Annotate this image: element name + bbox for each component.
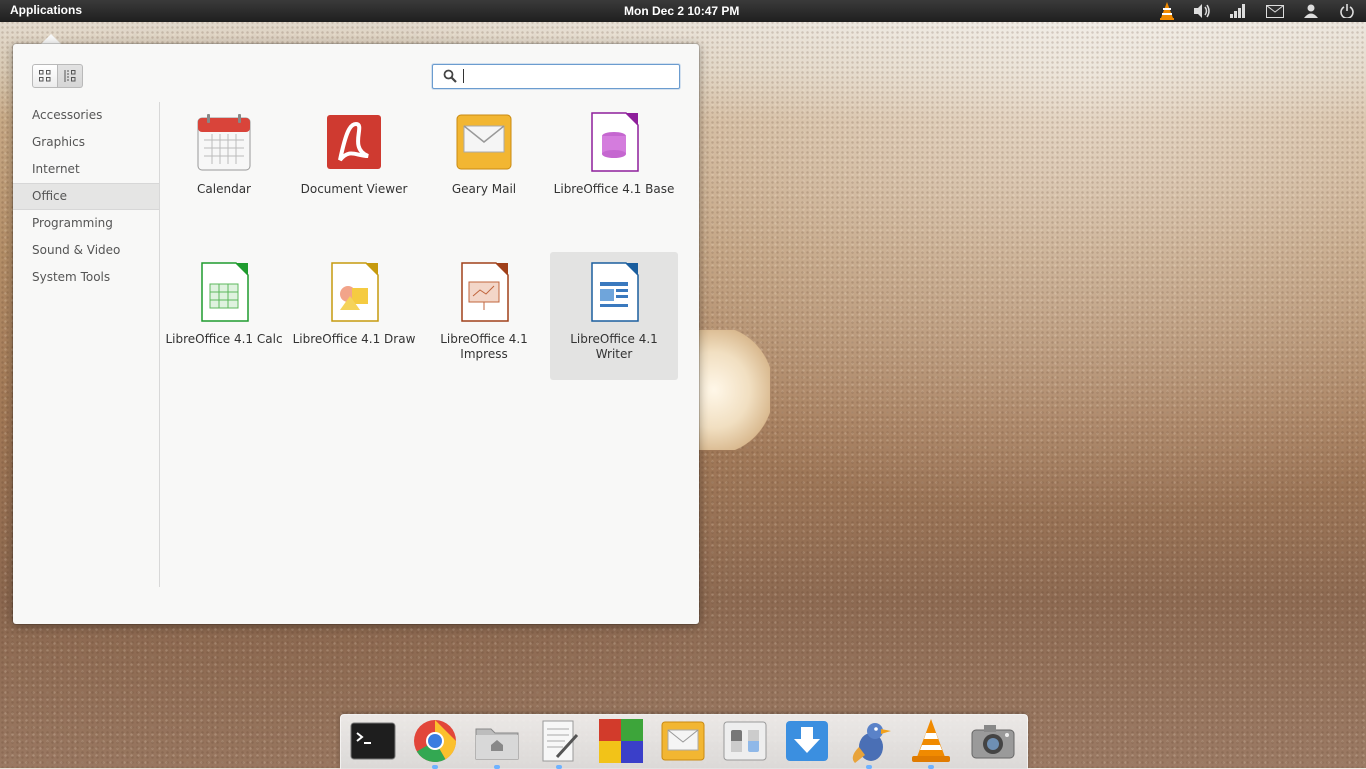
- volume-icon[interactable]: [1190, 1, 1216, 21]
- category-sidebar: Accessories Graphics Internet Office Pro…: [13, 102, 160, 587]
- terminal-icon: [350, 722, 396, 760]
- grid-view-button[interactable]: [32, 64, 58, 88]
- app-label: Calendar: [197, 182, 251, 196]
- files-icon: [475, 728, 519, 760]
- search-input[interactable]: [461, 67, 675, 86]
- vlc-icon[interactable]: [1154, 1, 1180, 21]
- applications-menu-button[interactable]: Applications: [10, 3, 82, 17]
- running-indicator: [494, 765, 500, 769]
- app-calendar[interactable]: Calendar: [160, 102, 288, 230]
- category-internet[interactable]: Internet: [13, 156, 159, 183]
- category-accessories[interactable]: Accessories: [13, 102, 159, 129]
- libreoffice-base-icon: [591, 112, 639, 172]
- top-panel: Applications Mon Dec 2 10:47 PM: [0, 0, 1366, 22]
- search-field[interactable]: [432, 64, 680, 89]
- running-indicator: [432, 765, 438, 769]
- dock-downloads[interactable]: [783, 717, 831, 765]
- document-viewer-icon: [327, 115, 381, 169]
- category-system-tools[interactable]: System Tools: [13, 264, 159, 291]
- dock-chrome[interactable]: [411, 717, 459, 769]
- app-label: Document Viewer: [300, 182, 408, 196]
- dock-pidgin[interactable]: [845, 717, 893, 769]
- running-indicator: [866, 765, 872, 769]
- software-center-icon: [599, 719, 643, 763]
- chrome-icon: [414, 720, 456, 763]
- downloads-icon: [786, 721, 828, 761]
- dock-camera[interactable]: [969, 717, 1017, 765]
- vlc-icon: [912, 719, 950, 762]
- app-label: LibreOffice 4.1 Draw: [292, 332, 416, 346]
- app-label: LibreOffice 4.1 Base: [553, 182, 675, 196]
- libreoffice-writer-icon: [591, 262, 639, 322]
- network-icon[interactable]: [1226, 1, 1252, 21]
- indicator-area: [1154, 1, 1360, 21]
- dock-vlc[interactable]: [907, 717, 955, 769]
- system-settings-icon: [723, 721, 767, 761]
- category-sound-video[interactable]: Sound & Video: [13, 237, 159, 264]
- running-indicator: [928, 765, 934, 769]
- dock-software-center[interactable]: [597, 717, 645, 765]
- category-programming[interactable]: Programming: [13, 210, 159, 237]
- power-icon[interactable]: [1334, 1, 1360, 21]
- app-libreoffice-writer[interactable]: LibreOffice 4.1 Writer: [550, 252, 678, 380]
- clock[interactable]: Mon Dec 2 10:47 PM: [624, 4, 739, 18]
- libreoffice-calc-icon: [201, 262, 249, 322]
- category-graphics[interactable]: Graphics: [13, 129, 159, 156]
- app-geary-mail[interactable]: Geary Mail: [420, 102, 548, 230]
- app-label: LibreOffice 4.1 Impress: [440, 332, 528, 361]
- pidgin-icon: [852, 723, 891, 763]
- category-office[interactable]: Office: [13, 183, 159, 210]
- camera-icon: [971, 725, 1015, 759]
- app-libreoffice-base[interactable]: LibreOffice 4.1 Base: [550, 102, 678, 230]
- view-toggle: [32, 64, 83, 88]
- search-icon: [443, 69, 457, 83]
- category-view-button[interactable]: [58, 64, 83, 88]
- app-libreoffice-impress[interactable]: LibreOffice 4.1 Impress: [420, 252, 548, 380]
- running-indicator: [556, 765, 562, 769]
- app-label: LibreOffice 4.1 Calc: [165, 332, 283, 346]
- category-view-icon: [64, 70, 76, 82]
- grid-view-icon: [39, 70, 51, 82]
- libreoffice-draw-icon: [331, 262, 379, 322]
- app-label: Geary Mail: [451, 182, 517, 196]
- user-icon[interactable]: [1298, 1, 1324, 21]
- app-grid: Calendar Document Viewer Geary Mail Libr…: [160, 102, 690, 582]
- mail-icon: [661, 721, 705, 761]
- app-document-viewer[interactable]: Document Viewer: [290, 102, 418, 230]
- mail-icon[interactable]: [1262, 1, 1288, 21]
- dock-text-editor[interactable]: [535, 717, 583, 769]
- dock: [340, 714, 1028, 769]
- app-label: LibreOffice 4.1 Writer: [570, 332, 658, 361]
- calendar-icon: [197, 114, 251, 171]
- text-editor-icon: [542, 720, 579, 762]
- dock-terminal[interactable]: [349, 717, 397, 765]
- app-libreoffice-calc[interactable]: LibreOffice 4.1 Calc: [160, 252, 288, 380]
- dock-files[interactable]: [473, 717, 521, 769]
- libreoffice-impress-icon: [461, 262, 509, 322]
- dock-system-settings[interactable]: [721, 717, 769, 765]
- wallpaper-shell: [690, 330, 770, 450]
- dock-mail[interactable]: [659, 717, 707, 765]
- app-libreoffice-draw[interactable]: LibreOffice 4.1 Draw: [290, 252, 418, 380]
- applications-menu: Accessories Graphics Internet Office Pro…: [13, 44, 699, 624]
- mail-icon: [456, 114, 512, 170]
